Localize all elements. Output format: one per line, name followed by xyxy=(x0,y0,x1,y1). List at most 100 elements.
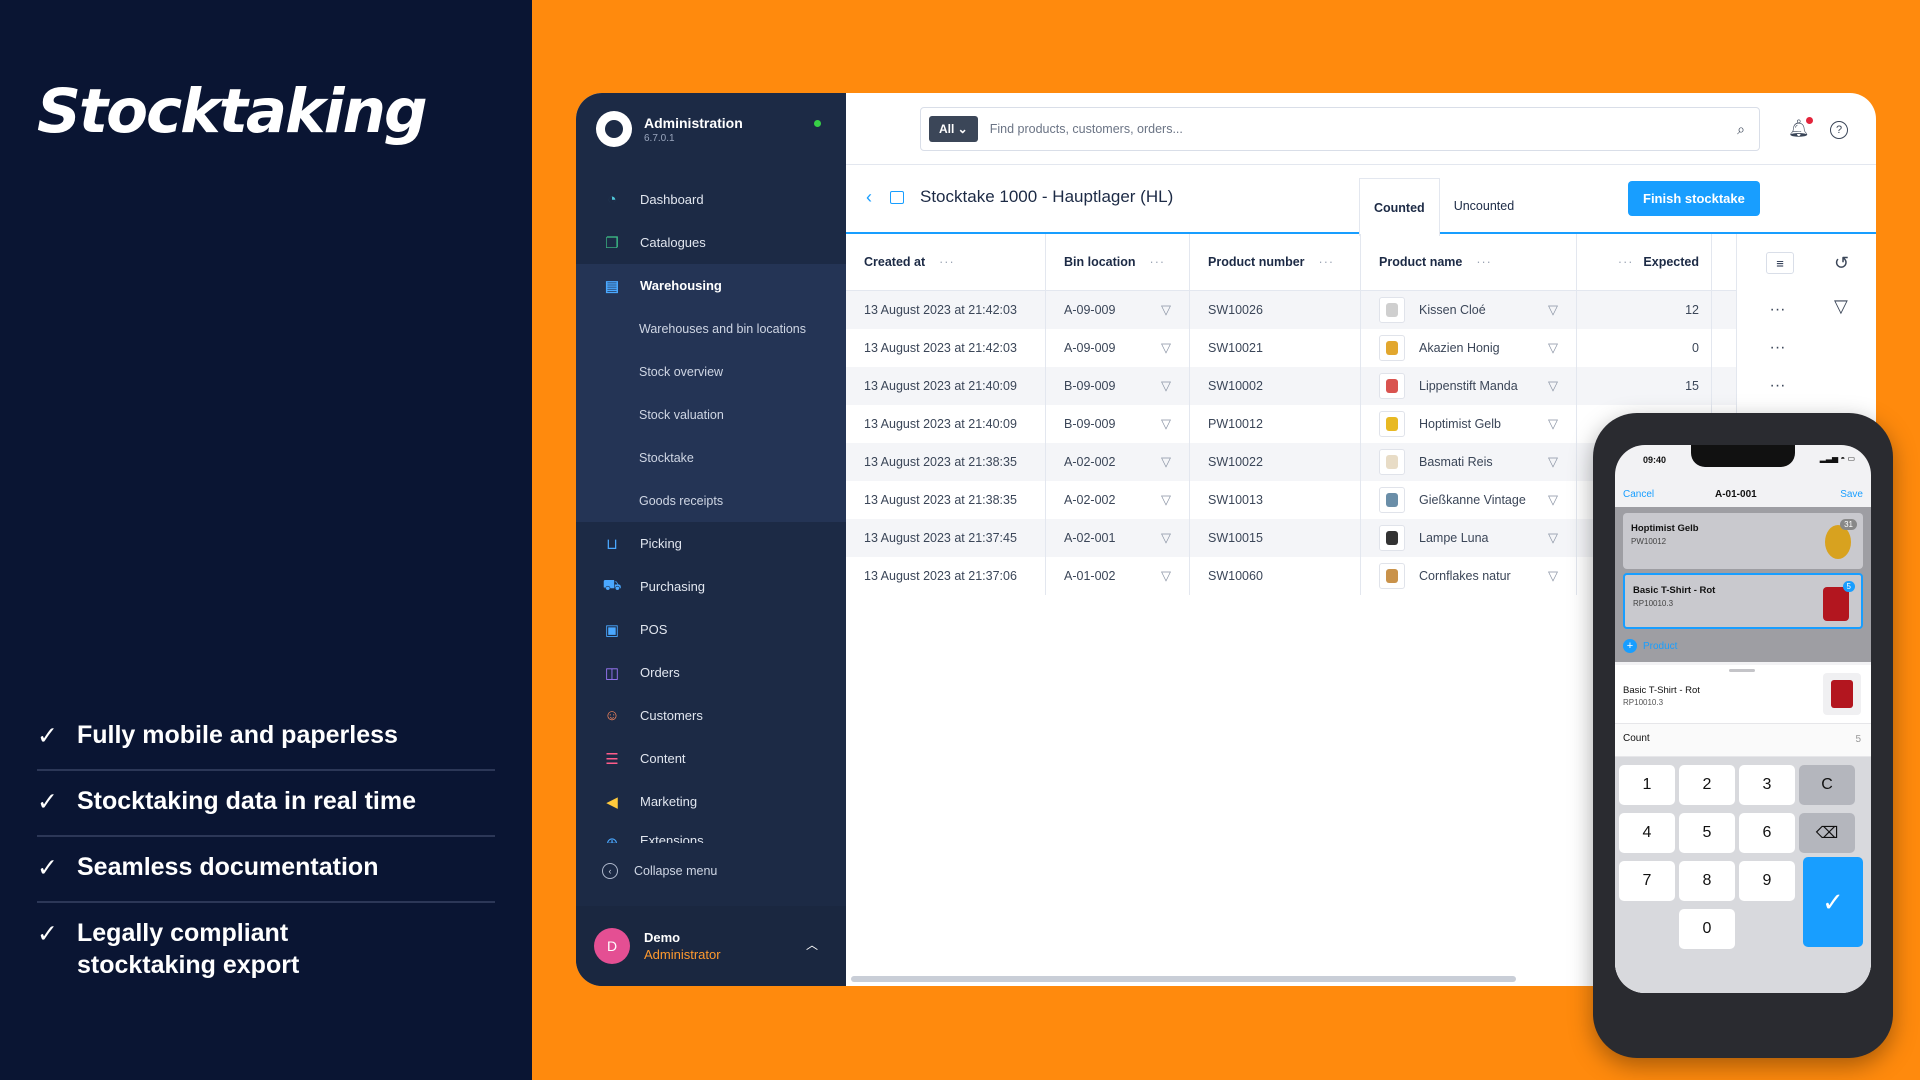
filter-icon[interactable]: ▽ xyxy=(1161,302,1171,318)
sidebar-item-catalogues[interactable]: ❐ Catalogues xyxy=(576,221,846,264)
bell-icon[interactable]: 🔔︎ xyxy=(1788,117,1813,139)
filter-icon[interactable]: ▽ xyxy=(1161,416,1171,432)
search-scope-select[interactable]: All ⌄ xyxy=(929,116,978,142)
keypad-key[interactable]: 3 xyxy=(1739,765,1795,805)
column-header-created[interactable]: Created at ··· xyxy=(846,234,1046,290)
more-icon[interactable]: ··· xyxy=(1319,255,1335,269)
column-header-number[interactable]: Product number ··· xyxy=(1190,234,1361,290)
sidebar-item-content[interactable]: ☰ Content xyxy=(576,737,846,780)
cell-name: Cornflakes natur ▽ xyxy=(1361,557,1577,595)
column-header-name[interactable]: Product name ··· xyxy=(1361,234,1577,290)
user-menu[interactable]: D Demo Administrator ︿ xyxy=(576,906,846,986)
sidebar-item-customers[interactable]: ☺ Customers xyxy=(576,694,846,737)
collapse-label: Collapse menu xyxy=(634,864,718,878)
cell-number: SW10060 xyxy=(1190,557,1361,595)
chevron-up-icon[interactable]: ︿ xyxy=(806,936,818,953)
sidebar-subitem-stock-valuation[interactable]: Stock valuation xyxy=(576,393,846,436)
table-row[interactable]: 13 August 2023 at 21:42:03 A-09-009 ▽ SW100… xyxy=(846,329,1736,367)
more-icon[interactable]: ··· xyxy=(1476,255,1492,269)
filter-icon[interactable]: ▽ xyxy=(1161,568,1171,584)
collapse-menu-button[interactable]: ‹ Collapse menu xyxy=(602,863,717,879)
keypad-key[interactable]: 4 xyxy=(1619,813,1675,853)
cell-created-text: 13 August 2023 at 21:42:03 xyxy=(864,341,1017,355)
list-item[interactable]: Hoptimist Gelb PW10012 31 xyxy=(1623,513,1863,569)
confirm-button[interactable]: ✓ xyxy=(1803,857,1863,947)
search-input[interactable]: Find products, customers, orders... xyxy=(990,122,1737,136)
keypad-key[interactable]: C xyxy=(1799,765,1855,805)
filter-icon[interactable]: ▽ xyxy=(1548,378,1558,394)
column-header-expected[interactable]: ··· Expected xyxy=(1577,234,1712,290)
filter-icon[interactable]: ▽ xyxy=(1548,454,1558,470)
table-row[interactable]: 13 August 2023 at 21:40:09 B-09-009 ▽ SW100… xyxy=(846,367,1736,405)
keypad-key[interactable]: 5 xyxy=(1679,813,1735,853)
back-icon[interactable]: ‹ xyxy=(866,187,872,208)
sidebar-item-orders[interactable]: ◫ Orders xyxy=(576,651,846,694)
list-item[interactable]: Basic T-Shirt - Rot RP10010.3 5 xyxy=(1623,573,1863,629)
sidebar-item-dashboard[interactable]: ◔ Dashboard xyxy=(576,178,846,221)
keypad-key[interactable]: 1 xyxy=(1619,765,1675,805)
keypad-key[interactable]: 2 xyxy=(1679,765,1735,805)
cell-name-text: Hoptimist Gelb xyxy=(1419,417,1501,431)
sidebar-item-purchasing[interactable]: ⛟ Purchasing xyxy=(576,565,846,608)
filter-icon[interactable]: ▽ xyxy=(1548,530,1558,546)
table-row[interactable]: 13 August 2023 at 21:42:03 A-09-009 ▽ SW100… xyxy=(846,291,1736,329)
filter-icon[interactable]: ▽ xyxy=(1548,340,1558,356)
help-icon[interactable]: ? xyxy=(1830,121,1848,139)
filter-icon[interactable]: ▽ xyxy=(1548,416,1558,432)
product-thumbnail xyxy=(1379,487,1405,513)
filter-icon[interactable]: ▽ xyxy=(1161,492,1171,508)
more-icon[interactable]: ··· xyxy=(1618,255,1634,269)
warehousing-group: ▤ Warehousing Warehouses and bin location… xyxy=(576,264,846,522)
sidebar-subitem-warehouses[interactable]: Warehouses and bin locations xyxy=(576,307,846,350)
keypad-key[interactable]: 0 xyxy=(1679,909,1735,949)
keypad-key[interactable]: 6 xyxy=(1739,813,1795,853)
sheet-handle[interactable] xyxy=(1729,669,1755,672)
row-action-button[interactable]: ··· xyxy=(1737,367,1818,405)
sidebar-item-warehousing[interactable]: ▤ Warehousing xyxy=(576,264,846,307)
filter-icon[interactable]: ▽ xyxy=(1548,568,1558,584)
sidebar-item-marketing[interactable]: ◀ Marketing xyxy=(576,780,846,823)
filter-icon[interactable]: ▽ xyxy=(1548,302,1558,318)
cancel-button[interactable]: Cancel xyxy=(1623,489,1654,500)
horizontal-scrollbar[interactable] xyxy=(851,976,1516,982)
main-nav: ◔ Dashboard ❐ Catalogues ▤ Warehousing Ware… xyxy=(576,178,846,843)
keypad-key[interactable]: ⌫ xyxy=(1799,813,1855,853)
search-icon[interactable]: ⌕ xyxy=(1737,121,1745,138)
brand[interactable]: Administration 6.7.0.1 xyxy=(596,111,743,147)
more-icon[interactable]: ··· xyxy=(1150,255,1166,269)
save-button[interactable]: Save xyxy=(1840,489,1863,500)
refresh-icon[interactable]: ↺ xyxy=(1834,253,1849,274)
row-action-button[interactable]: ··· xyxy=(1737,291,1818,329)
search-bar[interactable]: All ⌄ Find products, customers, orders..… xyxy=(920,107,1760,151)
sidebar-subitem-stocktake[interactable]: Stocktake xyxy=(576,436,846,479)
dashboard-icon: ◔ xyxy=(607,191,617,208)
column-header-bin[interactable]: Bin location ··· xyxy=(1046,234,1190,290)
keypad-key[interactable]: 8 xyxy=(1679,861,1735,901)
column-settings-icon[interactable]: ≡ xyxy=(1766,252,1794,274)
cell-number: SW10013 xyxy=(1190,481,1361,519)
more-icon[interactable]: ··· xyxy=(939,255,955,269)
sidebar-item-extensions[interactable]: ⊕ Extensions xyxy=(576,823,846,843)
sidebar-item-picking[interactable]: ⊔ Picking xyxy=(576,522,846,565)
count-badge: 31 xyxy=(1840,519,1857,530)
cell-name-text: Basmati Reis xyxy=(1419,455,1493,469)
filter-icon[interactable]: ▽ xyxy=(1834,296,1849,317)
keypad-key[interactable]: 9 xyxy=(1739,861,1795,901)
filter-icon[interactable]: ▽ xyxy=(1161,378,1171,394)
filter-icon[interactable]: ▽ xyxy=(1161,454,1171,470)
filter-icon[interactable]: ▽ xyxy=(1161,340,1171,356)
sidebar-subitem-stock-overview[interactable]: Stock overview xyxy=(576,350,846,393)
signal-icon: ▂▃▅ ◓ ▭ xyxy=(1819,454,1855,463)
row-action-button[interactable]: ··· xyxy=(1737,329,1818,367)
keypad-key[interactable]: 7 xyxy=(1619,861,1675,901)
avatar: D xyxy=(594,928,630,964)
sidebar-subitem-goods-receipts[interactable]: Goods receipts xyxy=(576,479,846,522)
filter-icon[interactable]: ▽ xyxy=(1161,530,1171,546)
add-product-button[interactable]: + Product xyxy=(1623,639,1677,653)
filter-icon[interactable]: ▽ xyxy=(1548,492,1558,508)
count-field[interactable]: Count 5 xyxy=(1615,723,1871,757)
finish-stocktake-button[interactable]: Finish stocktake xyxy=(1628,181,1760,216)
tab-counted[interactable]: Counted xyxy=(1359,178,1440,236)
sidebar-item-pos[interactable]: ▣ POS xyxy=(576,608,846,651)
tab-uncounted[interactable]: Uncounted xyxy=(1440,178,1528,234)
